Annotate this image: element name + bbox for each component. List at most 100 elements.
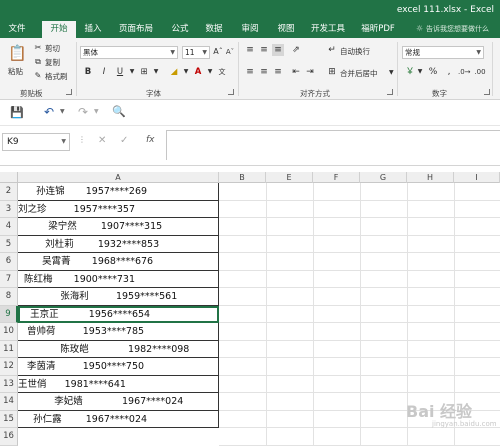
align-right-icon[interactable]: ≡ [272,66,284,78]
paste-button[interactable]: 粘贴 [8,66,23,77]
chevron-down-icon[interactable]: ▼ [60,108,65,115]
column-header-f[interactable]: F [313,172,360,183]
align-top-icon[interactable]: ≡ [244,44,256,56]
phonetic-icon[interactable]: 文 [216,66,228,78]
chevron-down-icon[interactable]: ▼ [416,66,424,78]
row-header[interactable]: 11 [0,340,18,358]
column-header-a[interactable]: A [18,172,219,183]
redo-icon[interactable]: ↷ [78,105,88,119]
chevron-down-icon[interactable]: ▼ [126,66,138,78]
tab-foxit-pdf[interactable]: 福昕PDF [356,21,400,38]
tab-view[interactable]: 视图 [272,21,300,38]
increase-decimal-icon[interactable]: .0→ [458,66,471,78]
name-box[interactable]: K9 ▼ [2,133,70,151]
comma-button[interactable]: , [444,66,454,78]
borders-icon[interactable]: ⊞ [138,66,150,78]
row-header[interactable]: 8 [0,288,18,306]
table-row[interactable]: 孙连锦 1957****269 [18,183,219,201]
column-header-b[interactable]: B [219,172,266,183]
select-all-corner[interactable] [0,172,18,183]
row-header[interactable]: 15 [0,410,18,428]
tab-formulas[interactable]: 公式 [166,21,194,38]
table-row[interactable]: 梁宁然 1907****315 [18,218,219,236]
formula-input[interactable] [166,130,500,160]
row-header[interactable]: 12 [0,358,18,376]
row-header[interactable]: 9 [0,305,18,323]
column-header-h[interactable]: H [407,172,454,183]
tell-me-search[interactable]: 告诉我您想要做什么 [426,24,489,34]
font-size-select[interactable]: 11 ▼ [182,46,210,59]
column-header-e[interactable]: E [266,172,313,183]
copy-button[interactable]: 复制 [45,57,60,68]
table-row[interactable]: 李妃嫱 1967****024 [18,393,219,411]
print-preview-icon[interactable]: 🔍 [112,105,126,118]
merge-center-button[interactable]: 合并后居中 [340,68,378,79]
row-header[interactable]: 14 [0,393,18,411]
row-header[interactable]: 7 [0,270,18,288]
align-middle-icon[interactable]: ≡ [258,44,270,56]
font-color-icon[interactable]: A [192,66,204,78]
bold-button[interactable]: B [82,66,94,78]
column-header-i[interactable]: I [454,172,500,183]
row-header[interactable]: 5 [0,235,18,253]
decrease-font-icon[interactable]: Aˇ [225,46,235,58]
tab-developer[interactable]: 开发工具 [306,21,350,38]
row-header[interactable]: 2 [0,183,18,201]
table-row[interactable]: 陈玫皑 1982****098 [18,340,219,358]
cut-button[interactable]: 剪切 [45,43,60,54]
undo-icon[interactable]: ↶ [44,105,54,119]
font-name-select[interactable]: 黑体 ▼ [80,46,178,59]
table-row[interactable]: 刘之珍 1957****357 [18,200,219,218]
table-row[interactable]: 王京正 1956****654 [18,305,219,323]
row-header[interactable]: 16 [0,428,18,446]
table-row[interactable]: 刘杜莉 1932****853 [18,235,219,253]
clipboard-launcher-icon[interactable] [66,89,72,95]
insert-function-icon[interactable]: fx [146,135,155,145]
row-header[interactable]: 3 [0,200,18,218]
column-header-g[interactable]: G [360,172,407,183]
chevron-down-icon[interactable]: ▼ [389,69,394,76]
row-header[interactable]: 4 [0,218,18,236]
currency-icon[interactable]: ￥ [404,66,416,78]
underline-button[interactable]: U [114,66,126,78]
table-row[interactable]: 张海利 1959****561 [18,288,219,306]
alignment-launcher-icon[interactable] [387,89,393,95]
save-icon[interactable]: 💾 [10,106,24,119]
table-row[interactable]: 陈红梅 1900****731 [18,270,219,288]
decrease-indent-icon[interactable]: ⇤ [290,66,302,78]
table-row[interactable]: 吴霄菁 1968****676 [18,253,219,271]
orientation-icon[interactable]: ⇗ [290,44,302,56]
chevron-down-icon[interactable]: ▼ [150,66,162,78]
percent-button[interactable]: % [428,66,438,78]
table-row[interactable] [18,428,219,446]
wrap-text-button[interactable]: 自动换行 [340,46,370,57]
align-center-icon[interactable]: ≡ [258,66,270,78]
number-launcher-icon[interactable] [484,89,490,95]
tab-page-layout[interactable]: 页面布局 [114,21,158,38]
align-bottom-icon[interactable]: ≡ [272,44,284,56]
chevron-down-icon[interactable]: ▼ [180,66,192,78]
cancel-icon[interactable]: ✕ [98,135,106,146]
tab-file[interactable]: 文件 [2,21,32,38]
increase-font-icon[interactable]: Aˆ [213,46,223,58]
italic-button[interactable]: I [98,66,110,78]
row-header[interactable]: 6 [0,253,18,271]
align-left-icon[interactable]: ≡ [244,66,256,78]
enter-icon[interactable]: ✓ [120,135,128,146]
table-row[interactable]: 李茵清 1950****750 [18,358,219,376]
number-format-select[interactable]: 常规 ▼ [402,46,484,59]
row-header[interactable]: 10 [0,323,18,341]
table-row[interactable]: 王世俏 1981****641 [18,375,219,393]
format-painter-button[interactable]: 格式刷 [45,71,68,82]
tab-insert[interactable]: 插入 [80,21,106,38]
tab-review[interactable]: 审阅 [236,21,264,38]
font-launcher-icon[interactable] [228,89,234,95]
row-header[interactable]: 13 [0,375,18,393]
table-row[interactable]: 曾帅荷 1953****785 [18,323,219,341]
chevron-down-icon[interactable]: ▼ [94,108,99,115]
tab-home[interactable]: 开始 [42,21,76,38]
chevron-down-icon[interactable]: ▼ [204,66,216,78]
table-row[interactable]: 孙仁露 1967****024 [18,410,219,428]
tab-data[interactable]: 数据 [200,21,228,38]
decrease-decimal-icon[interactable]: .00 [474,66,486,78]
